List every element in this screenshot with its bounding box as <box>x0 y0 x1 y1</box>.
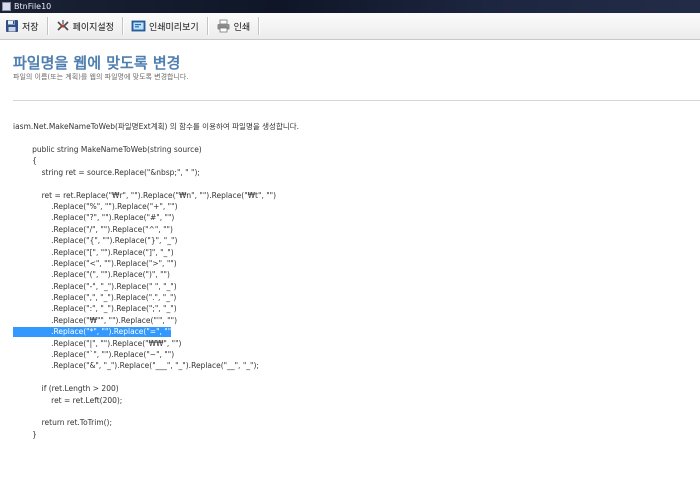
code-line-text: .Replace("(", "").Replace(")", "") <box>13 270 170 280</box>
code-line: .Replace("-", "_").Replace(" ", "_") <box>13 281 276 292</box>
code-line-text: .Replace("*", "").Replace("=", "") <box>13 327 175 337</box>
code-line-text: .Replace("₩"", "").Replace("'", "") <box>13 315 178 325</box>
page-setup-icon <box>56 20 69 31</box>
code-block: public string MakeNameToWeb(string sourc… <box>13 144 276 440</box>
code-line-text: ret = ret.Replace("₩r", "").Replace("₩n"… <box>13 190 277 200</box>
toolbar-separator <box>206 17 208 35</box>
code-line: if (ret.Length > 200) <box>13 383 276 394</box>
code-line-text: .Replace(",", "_").Replace(".", "_") <box>13 293 177 303</box>
code-line: ret = ret.Replace("₩r", "").Replace("₩n"… <box>13 190 276 201</box>
code-line: public string MakeNameToWeb(string sourc… <box>13 144 276 155</box>
code-line-text: .Replace("/", "").Replace("^", "") <box>13 224 173 234</box>
intro-text: iasm.Net.MakeNameToWeb(파일명Ext계획) 의 함수를 이… <box>13 122 300 131</box>
toolbar-separator <box>121 17 123 35</box>
code-line-text: .Replace("-", "_").Replace(" ", "_") <box>13 281 177 291</box>
page-setup-button-label: 페이지설정 <box>72 22 114 33</box>
code-line: .Replace("₩"", "").Replace("'", "") <box>13 315 276 326</box>
code-line-text: if (ret.Length > 200) <box>13 384 119 394</box>
print-button-label: 인쇄 <box>233 22 251 33</box>
printer-icon <box>217 19 230 33</box>
code-line-text: .Replace("|", "").Replace("₩₩", "") <box>13 338 182 348</box>
code-line: .Replace(",", "_").Replace(".", "_") <box>13 292 276 303</box>
code-line: { <box>13 155 276 166</box>
code-line: ret = ret.Left(200); <box>13 395 276 406</box>
code-line: } <box>13 429 276 440</box>
code-line-text: .Replace("%", "").Replace("+", "") <box>13 201 178 211</box>
code-line-text: string ret = source.Replace("&nbsp;", " … <box>13 167 200 177</box>
print-preview-button[interactable]: 인쇄미리보기 <box>126 15 204 37</box>
toolbar-separator <box>258 17 260 35</box>
code-line-text: ret = ret.Left(200); <box>13 395 123 405</box>
code-line-text: } <box>13 429 37 439</box>
code-line-text: .Replace("`", "").Replace("~", "") <box>13 350 175 360</box>
code-line-text: .Replace("&", "_").Replace("___", "_").R… <box>13 361 259 371</box>
code-line: .Replace(":", "_").Replace(";", "_") <box>13 303 276 314</box>
code-line: .Replace("`", "").Replace("~", "") <box>13 349 276 360</box>
code-line-text: .Replace(":", "_").Replace(";", "_") <box>13 304 177 314</box>
code-line-text: .Replace("<", "").Replace(">", "") <box>13 258 177 268</box>
page-setup-button[interactable]: 페이지설정 <box>51 15 119 37</box>
code-line: .Replace("(", "").Replace(")", "") <box>13 269 276 280</box>
code-line: .Replace("|", "").Replace("₩₩", "") <box>13 338 276 349</box>
window-title: BtnFile10 <box>14 2 52 11</box>
window-titlebar: BtnFile10 <box>0 0 700 13</box>
app-icon <box>2 2 11 11</box>
toolbar-separator <box>46 17 48 35</box>
code-line: .Replace("/", "").Replace("^", "") <box>13 224 276 235</box>
code-line-text: public string MakeNameToWeb(string sourc… <box>13 145 202 154</box>
code-line-text: .Replace("{", "").Replace("}", "_") <box>13 236 178 246</box>
code-line: .Replace("<", "").Replace(">", "") <box>13 258 276 269</box>
divider <box>13 100 700 101</box>
code-line: .Replace("&", "_").Replace("___", "_").R… <box>13 360 276 371</box>
code-line-selected: .Replace("*", "").Replace("=", "") <box>13 326 276 338</box>
code-line: .Replace("%", "").Replace("+", "") <box>13 201 276 212</box>
print-button[interactable]: 인쇄 <box>211 15 256 37</box>
code-line: .Replace("?", "").Replace("#", "") <box>13 212 276 223</box>
code-line: .Replace("[", "").Replace("]", "_") <box>13 247 276 258</box>
code-line: string ret = source.Replace("&nbsp;", " … <box>13 167 276 178</box>
print-preview-button-label: 인쇄미리보기 <box>148 22 199 33</box>
toolbar: 저장 페이지설정 인쇄미리보기 인쇄 <box>0 13 700 40</box>
code-line-text: { <box>13 156 37 166</box>
code-line-text: return ret.ToTrim(); <box>13 418 113 428</box>
code-line-text: .Replace("[", "").Replace("]", "_") <box>13 247 174 257</box>
save-button-label: 저장 <box>22 22 39 33</box>
floppy-disk-icon <box>6 20 18 32</box>
page-subtitle: 파일의 이름(또는 계획)를 웹의 파일명에 맞도록 변경합니다. <box>13 73 189 81</box>
code-line: return ret.ToTrim(); <box>13 417 276 428</box>
code-line-text: .Replace("?", "").Replace("#", "") <box>13 213 175 223</box>
code-line: .Replace("{", "").Replace("}", "_") <box>13 235 276 246</box>
document-content: 파일명을 웹에 맞도록 변경 파일의 이름(또는 계획)를 웹의 파일명에 맞도… <box>0 40 700 500</box>
save-button[interactable]: 저장 <box>0 15 44 37</box>
print-preview-icon <box>131 20 146 32</box>
page-title: 파일명을 웹에 맞도록 변경 <box>13 54 181 72</box>
